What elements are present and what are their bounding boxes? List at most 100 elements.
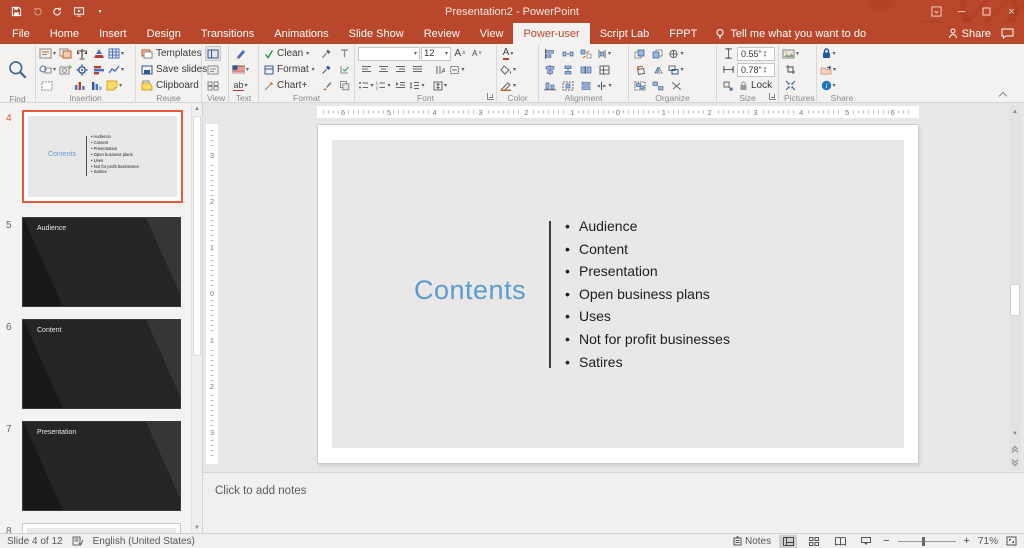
image-icon[interactable]: ▾ — [782, 46, 799, 61]
align-objects-left-icon[interactable] — [542, 46, 558, 61]
redo-icon[interactable] — [51, 5, 65, 19]
height-input[interactable]: 0.55" ▴ ▾ — [737, 46, 775, 61]
send-backward-icon[interactable] — [650, 46, 666, 61]
zoom-level[interactable]: 71% — [978, 536, 998, 547]
next-slide-icon[interactable] — [1009, 456, 1021, 469]
minimize-icon[interactable]: ─ — [949, 0, 974, 23]
flip-icon[interactable] — [650, 62, 666, 77]
grid-view-icon[interactable] — [205, 78, 221, 93]
tab-slide-show[interactable]: Slide Show — [339, 23, 414, 44]
chart-plus-button[interactable]: Chart+ — [262, 78, 317, 93]
angle-check-icon[interactable] — [337, 62, 353, 77]
zoom-out-button[interactable]: − — [883, 535, 889, 547]
golden-canon-icon[interactable] — [596, 62, 612, 77]
outline-view-icon[interactable] — [205, 62, 221, 77]
bullet-item[interactable]: Content — [565, 238, 730, 261]
text-direction-icon[interactable]: A — [432, 62, 448, 77]
font-size-select[interactable]: 12 ▾ — [421, 46, 451, 61]
column-chart-icon[interactable] — [72, 78, 88, 93]
slide-bullet-list[interactable]: Audience Content Presentation Open busin… — [565, 215, 730, 373]
close-icon[interactable]: × — [999, 0, 1024, 23]
thumbnail-scrollbar-thumb[interactable] — [193, 116, 201, 356]
insert-slide-icon[interactable]: ▾ — [39, 46, 56, 61]
editor-scrollbar[interactable]: ▲ ▼ — [1009, 105, 1021, 470]
reading-view-button[interactable] — [831, 535, 849, 548]
align-objects-center-icon[interactable] — [542, 62, 558, 77]
tab-animations[interactable]: Animations — [264, 23, 338, 44]
lock-button[interactable]: Lock — [737, 78, 774, 93]
dock-objects-icon[interactable] — [578, 62, 594, 77]
zoom-slider-thumb[interactable] — [921, 536, 925, 546]
bullet-item[interactable]: Presentation — [565, 260, 730, 283]
snap-options-icon[interactable]: ▾ — [596, 46, 612, 61]
info-icon[interactable]: i ▾ — [820, 78, 836, 93]
format-button[interactable]: Format ▾ — [262, 62, 317, 77]
text-frame-icon[interactable] — [39, 78, 55, 93]
scatter-icon[interactable] — [668, 78, 684, 93]
bullet-item[interactable]: Uses — [565, 305, 730, 328]
distribute-vertical-icon[interactable] — [560, 62, 576, 77]
fill-color-icon[interactable]: ▾ — [500, 62, 516, 77]
maximize-icon[interactable] — [974, 0, 999, 23]
share-button[interactable]: Share — [948, 28, 991, 40]
rotate-left-icon[interactable] — [632, 62, 648, 77]
eyedropper-alt-icon[interactable] — [319, 62, 335, 77]
tab-transitions[interactable]: Transitions — [191, 23, 264, 44]
tab-power-user[interactable]: Power-user — [513, 23, 590, 44]
align-center-icon[interactable] — [375, 62, 391, 77]
bring-forward-icon[interactable] — [632, 46, 648, 61]
language-indicator[interactable]: English (United States) — [93, 536, 195, 547]
height-icon[interactable] — [720, 46, 736, 61]
copy-format-icon[interactable] — [337, 78, 353, 93]
spell-check-icon[interactable] — [72, 536, 84, 546]
center-on-slide-icon[interactable] — [560, 78, 576, 93]
thumbnail-scrollbar[interactable]: ▲ ▼ — [191, 103, 202, 533]
notes-toggle[interactable]: Notes — [733, 536, 771, 547]
slide-sorter-button[interactable] — [805, 535, 823, 548]
bullet-item[interactable]: Not for profit businesses — [565, 328, 730, 351]
normal-view-icon[interactable] — [205, 46, 221, 61]
justify-icon[interactable] — [409, 62, 425, 77]
font-dialog-launcher-icon[interactable] — [487, 93, 494, 100]
stack-objects-icon[interactable] — [578, 78, 594, 93]
scales-icon[interactable] — [74, 46, 90, 61]
tab-insert[interactable]: Insert — [89, 23, 137, 44]
size-dialog-launcher-icon[interactable] — [769, 93, 776, 100]
align-objects-bottom-icon[interactable] — [542, 78, 558, 93]
highlighter-icon[interactable] — [232, 46, 249, 61]
bullet-item[interactable]: Open business plans — [565, 283, 730, 306]
tsquare-icon[interactable] — [337, 46, 353, 61]
start-slideshow-icon[interactable] — [72, 5, 86, 19]
char-spacing-icon[interactable]: ▾ — [449, 62, 465, 77]
scroll-up-icon[interactable]: ▲ — [192, 103, 202, 114]
pyramid-chart-icon[interactable] — [91, 46, 107, 61]
increase-font-icon[interactable]: A ˄ — [452, 46, 468, 61]
autofit-icon[interactable]: ▾ — [432, 78, 448, 93]
crop-icon[interactable] — [782, 62, 799, 77]
scroll-up-icon[interactable]: ▲ — [1009, 105, 1021, 118]
slide-canvas[interactable]: Contents Audience Content Presentation O… — [317, 124, 919, 464]
screenshot-icon[interactable] — [57, 62, 73, 77]
save-icon[interactable] — [9, 5, 23, 19]
fit-slide-icon[interactable] — [1006, 536, 1017, 546]
font-name-select[interactable]: ▾ — [358, 46, 420, 61]
templates-button[interactable]: Templates — [139, 46, 209, 61]
find-button[interactable] — [3, 46, 32, 94]
decrease-font-icon[interactable]: A ˅ — [469, 46, 485, 61]
notes-placeholder[interactable]: Click to add notes — [215, 485, 1024, 497]
ungroup-objects-icon[interactable] — [650, 78, 666, 93]
font-color-icon[interactable]: A ▾ — [500, 46, 516, 61]
thumbnail-slide-7[interactable]: Presentation — [22, 421, 181, 511]
thumbnail-slide-8[interactable] — [22, 523, 181, 533]
eyedropper-icon[interactable] — [319, 46, 335, 61]
tab-script-lab[interactable]: Script Lab — [590, 23, 660, 44]
outline-color-icon[interactable]: ▾ — [500, 78, 516, 93]
align-left-icon[interactable] — [358, 62, 374, 77]
protect-lock-icon[interactable]: ▾ — [820, 46, 836, 61]
slideshow-view-button[interactable] — [857, 535, 875, 548]
duplicate-slide-icon[interactable] — [57, 46, 73, 61]
table-icon[interactable]: ▾ — [108, 46, 124, 61]
tell-me-box[interactable]: Tell me what you want to do — [707, 23, 874, 44]
line-chart-icon[interactable]: ▾ — [108, 62, 124, 77]
bullet-list-icon[interactable]: ▾ — [358, 78, 374, 93]
